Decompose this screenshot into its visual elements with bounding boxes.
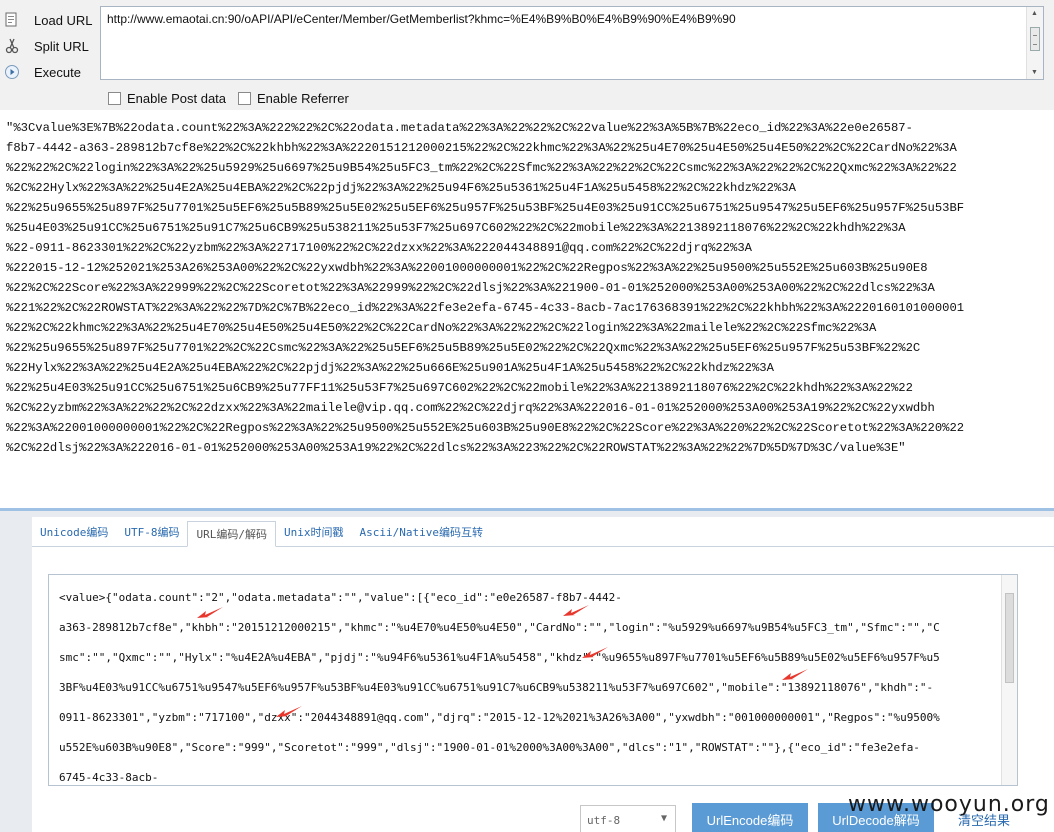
response-line: %2C%22yzbm%22%3A%22%22%2C%22dzxx%22%3A%2… [6, 401, 935, 415]
red-arrow-icon [562, 602, 590, 618]
hackbar-toolbar: Load URL Split URL Execute http://www.em… [0, 0, 1054, 110]
red-arrow-icon [781, 666, 809, 682]
response-line: %22%25u4E03%25u91CC%25u6751%25u6CB9%25u7… [6, 381, 913, 395]
encode-tool-panel: Unicode编码 UTF-8编码 URL编码/解码 Unix时间戳 Ascii/Nat… [0, 508, 1054, 832]
load-url-icon [4, 12, 20, 28]
panel-content: Unicode编码 UTF-8编码 URL编码/解码 Unix时间戳 Ascii/Nat… [32, 517, 1054, 832]
response-line: %222015-12-12%252021%253A26%253A00%22%2C… [6, 261, 928, 275]
result-line: 6745-4c33-8acb- [59, 771, 159, 784]
response-line: %221%22%2C%22ROWSTAT%22%3A%22%22%7D%2C%7… [6, 301, 965, 315]
result-line: smc":"","Qxmc":"","Hylx":"%u4E2A%u4EBA",… [59, 651, 940, 664]
tab-item[interactable]: UTF-8编码 [116, 520, 187, 546]
watermark: www.wooyun.org [848, 792, 1050, 817]
enable-referrer-label: Enable Referrer [257, 90, 349, 106]
chevron-down-icon: ▼ [660, 813, 667, 824]
scroll-thumb[interactable] [1005, 593, 1014, 683]
url-textarea[interactable]: http://www.emaotai.cn:90/oAPI/API/eCente… [100, 6, 1044, 80]
response-line: %22%25u9655%25u897F%25u7701%22%2C%22Csmc… [6, 341, 921, 355]
checkbox-box[interactable] [108, 91, 121, 105]
execute-icon [4, 64, 20, 80]
red-arrow-icon [581, 644, 609, 660]
scroll-down-icon[interactable]: ▼ [1031, 69, 1038, 76]
result-line: 3BF%u4E03%u91CC%u6751%u9547%u5EF6%u957F%… [59, 681, 934, 694]
tab-item[interactable]: Unix时间戳 [276, 520, 352, 546]
load-url-button[interactable]: Load URL [2, 8, 98, 32]
result-textarea[interactable]: <value>{"odata.count":"2","odata.metadat… [48, 574, 1018, 786]
url-value: http://www.emaotai.cn:90/oAPI/API/eCente… [107, 12, 736, 26]
response-line: %22Hylx%22%3A%22%25u4E2A%25u4EBA%22%2C%2… [6, 361, 774, 375]
result-line: 0911-8623301","yzbm":"717100","dzxx":"20… [59, 711, 940, 724]
result-scrollbar[interactable] [1001, 575, 1017, 785]
tab-item[interactable]: URL编码/解码 [187, 521, 276, 547]
response-line: %22%2C%22khmc%22%3A%22%25u4E70%25u4E50%2… [6, 321, 877, 335]
split-url-button[interactable]: Split URL [2, 34, 98, 58]
result-line: u552E%u603B%u90E8","Score":"999","Scoret… [59, 741, 920, 754]
red-arrow-icon [275, 703, 303, 719]
encoding-value: utf-8 [587, 814, 621, 827]
response-line: %22%25u9655%25u897F%25u7701%25u5EF6%25u5… [6, 201, 965, 215]
response-line: %22%3A%22001000000001%22%2C%22Regpos%22%… [6, 421, 965, 435]
execute-button[interactable]: Execute [2, 60, 98, 84]
response-line: "%3Cvalue%3E%7B%22odata.count%22%3A%222%… [6, 121, 913, 135]
tab-item[interactable]: Ascii/Native编码互转 [351, 520, 490, 546]
scroll-thumb[interactable] [1030, 27, 1040, 51]
tab-item[interactable]: Unicode编码 [32, 520, 116, 546]
checkbox-box[interactable] [238, 91, 251, 105]
split-url-icon [4, 38, 20, 54]
response-line: %25u4E03%25u91CC%25u6751%25u91C7%25u6CB9… [6, 221, 906, 235]
response-line: %22%22%2C%22login%22%3A%22%25u5929%25u66… [6, 161, 957, 175]
enable-post-checkbox[interactable]: Enable Post data [108, 90, 226, 106]
url-scrollbar[interactable]: ▲ ▼ [1026, 7, 1043, 79]
response-line: %2C%22Hylx%22%3A%22%25u4E2A%25u4EBA%22%2… [6, 181, 796, 195]
enable-referrer-checkbox[interactable]: Enable Referrer [238, 90, 349, 106]
split-url-label: Split URL [34, 38, 89, 54]
encoding-select[interactable]: utf-8 ▼ [580, 805, 676, 832]
response-line: f8b7-4442-a363-289812b7cf8e%22%2C%22khbh… [6, 141, 957, 155]
response-line: %2C%22dlsj%22%3A%222016-01-01%252000%253… [6, 441, 906, 455]
urlencode-button[interactable]: UrlEncode编码 [692, 803, 808, 832]
load-url-label: Load URL [34, 12, 93, 28]
response-line: %22-0911-8623301%22%2C%22yzbm%22%3A%2271… [6, 241, 752, 255]
execute-label: Execute [34, 64, 81, 80]
scroll-up-icon[interactable]: ▲ [1031, 10, 1038, 17]
tab-bar: Unicode编码 UTF-8编码 URL编码/解码 Unix时间戳 Ascii/Nat… [32, 517, 1054, 547]
response-body: "%3Cvalue%3E%7B%22odata.count%22%3A%222%… [6, 118, 1054, 498]
response-line: %22%2C%22Score%22%3A%22999%22%2C%22Score… [6, 281, 935, 295]
red-arrow-icon [196, 604, 224, 620]
enable-post-label: Enable Post data [127, 90, 227, 106]
